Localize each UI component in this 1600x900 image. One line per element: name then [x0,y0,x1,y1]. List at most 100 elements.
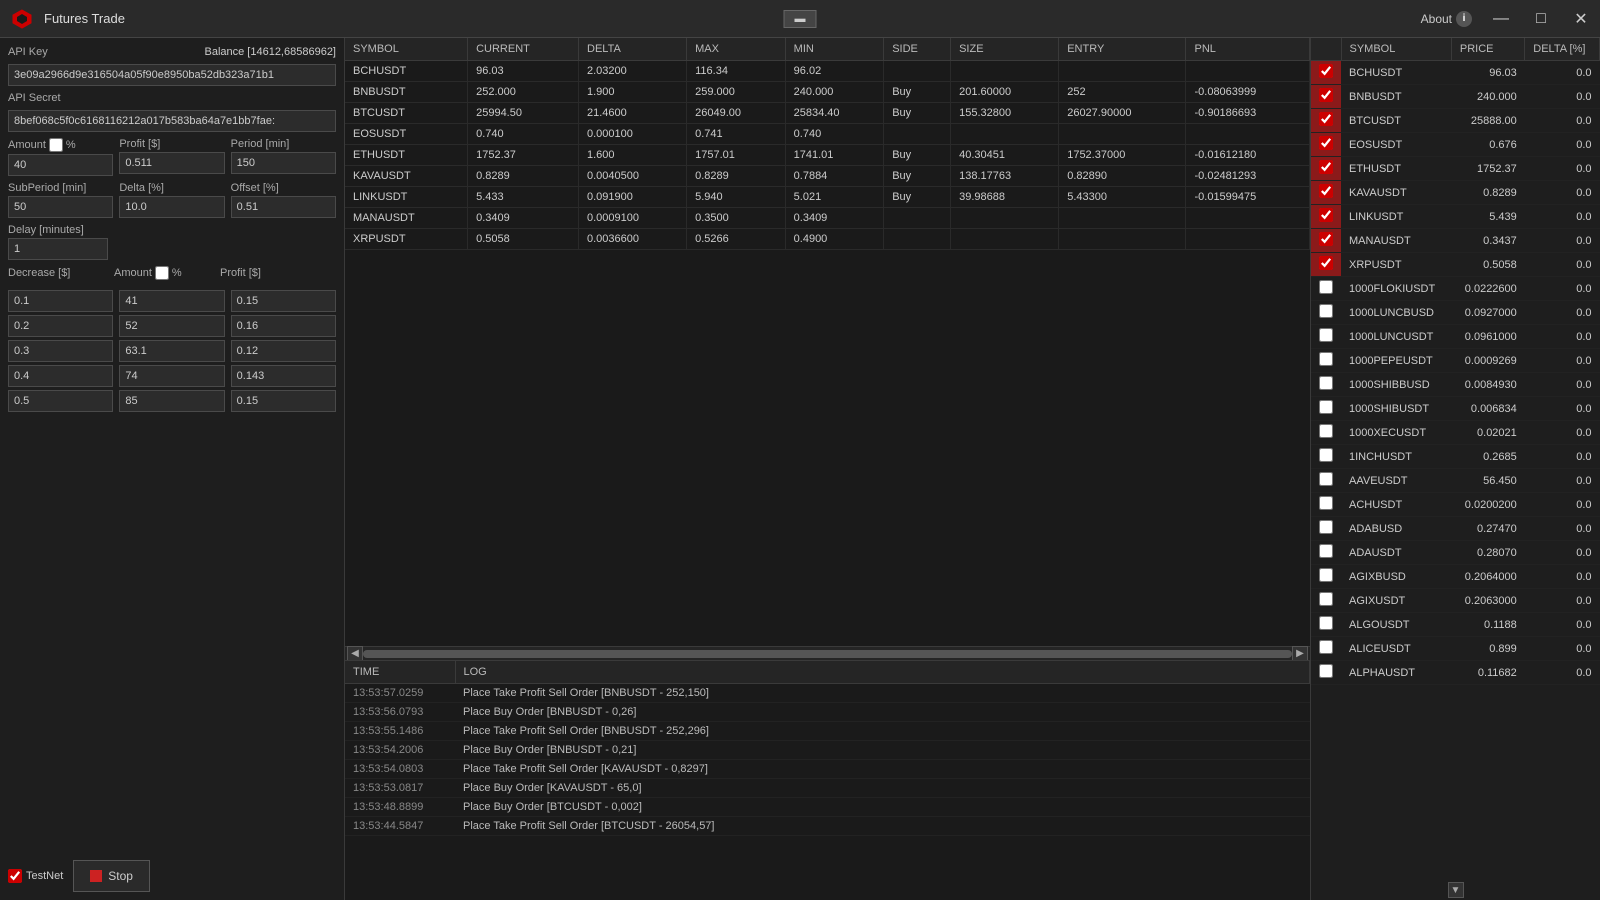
right-delta: 0.0 [1525,397,1600,421]
log-row: 13:53:56.0793 Place Buy Order [BNBUSDT -… [345,703,1310,722]
right-price: 0.006834 [1451,397,1524,421]
amount-row-input[interactable] [119,340,224,362]
log-time: 13:53:53.0817 [345,779,455,798]
profit-row-input[interactable] [231,365,336,387]
titlebar: Futures Trade ▬ About i — □ ✕ [0,0,1600,38]
trade-cell-pnl: -0.02481293 [1186,166,1310,187]
restore-button[interactable]: □ [1522,0,1560,38]
trade-cell-current: 0.3409 [468,208,579,229]
right-row: ALGOUSDT 0.1188 0.0 [1311,613,1600,637]
right-row-checkbox[interactable] [1319,160,1333,174]
right-row: ALPHAUSDT 0.11682 0.0 [1311,661,1600,685]
amount-cell [119,315,224,337]
right-row-checkbox[interactable] [1319,376,1333,390]
decrease-input[interactable] [8,390,113,412]
decrease-input[interactable] [8,315,113,337]
decrease-input[interactable] [8,290,113,312]
trade-cell-min: 25834.40 [785,103,884,124]
amount-col-checkbox[interactable] [155,266,169,280]
period-input[interactable] [231,152,336,174]
testnet-checkbox[interactable] [8,869,22,883]
right-row-checkbox[interactable] [1319,328,1333,342]
right-row-checkbox[interactable] [1319,64,1333,78]
right-row-checkbox[interactable] [1319,208,1333,222]
amount-row-input[interactable] [119,390,224,412]
right-row-checkbox[interactable] [1319,88,1333,102]
right-row-checkbox[interactable] [1319,352,1333,366]
subperiod-input[interactable] [8,196,113,218]
offset-input[interactable] [231,196,336,218]
stop-label: Stop [108,869,133,883]
decrease-cell [8,340,113,362]
profit-row-input[interactable] [231,290,336,312]
log-scroll[interactable]: TIME LOG 13:53:57.0259 Place Take Profit… [345,661,1310,900]
amount-input[interactable] [8,154,113,176]
right-row-checkbox[interactable] [1319,496,1333,510]
trade-cell-size [951,124,1059,145]
trade-cell-side [884,124,951,145]
right-row-checkbox[interactable] [1319,592,1333,606]
right-row-checkbox[interactable] [1319,112,1333,126]
center-button[interactable]: ▬ [784,10,817,28]
right-row-checkbox[interactable] [1319,520,1333,534]
right-row-checkbox[interactable] [1319,664,1333,678]
decrease-input[interactable] [8,340,113,362]
profit-row-input[interactable] [231,340,336,362]
stop-button[interactable]: Stop [73,860,150,892]
trade-cell-entry: 5.43300 [1059,187,1186,208]
right-row: XRPUSDT 0.5058 0.0 [1311,253,1600,277]
right-row-checkbox[interactable] [1319,184,1333,198]
right-row-checkbox[interactable] [1319,232,1333,246]
right-price-header: PRICE [1451,38,1524,61]
decrease-input[interactable] [8,365,113,387]
trade-cell-pnl: -0.90186693 [1186,103,1310,124]
log-time: 13:53:55.1486 [345,722,455,741]
right-panel: SYMBOL PRICE DELTA [%] BCHUSDT 96.03 0.0… [1310,38,1600,900]
right-row-checkbox[interactable] [1319,448,1333,462]
right-scroll[interactable]: SYMBOL PRICE DELTA [%] BCHUSDT 96.03 0.0… [1311,38,1600,880]
amount-row-input[interactable] [119,365,224,387]
right-symbol: BNBUSDT [1341,85,1451,109]
right-row-checkbox[interactable] [1319,256,1333,270]
amount-checkbox[interactable] [49,138,63,152]
profit-cell [231,315,336,337]
amount-row-input[interactable] [119,290,224,312]
right-row-checkbox[interactable] [1319,400,1333,414]
trade-cell-current: 0.740 [468,124,579,145]
right-row-checkbox[interactable] [1319,304,1333,318]
decrease-rows [8,290,336,412]
right-row-checkbox[interactable] [1319,472,1333,486]
trade-row: EOSUSDT0.7400.0001000.7410.740 [345,124,1310,145]
right-row-checkbox[interactable] [1319,424,1333,438]
right-row-checkbox[interactable] [1319,616,1333,630]
right-row-checkbox[interactable] [1319,544,1333,558]
right-price: 0.0222600 [1451,277,1524,301]
api-key-input[interactable] [8,64,336,86]
profit-row-input[interactable] [231,315,336,337]
decrease-col-header: Decrease [$] [8,266,108,280]
log-message: Place Take Profit Sell Order [KAVAUSDT -… [455,760,1310,779]
right-checkbox-cell [1311,85,1341,109]
profit-row-input[interactable] [231,390,336,412]
right-row: 1000PEPEUSDT 0.0009269 0.0 [1311,349,1600,373]
profit-input[interactable] [119,152,224,174]
trade-row: MANAUSDT0.34090.00091000.35000.3409 [345,208,1310,229]
amount-row-input[interactable] [119,315,224,337]
delta-input[interactable] [119,196,224,218]
delay-input[interactable] [8,238,108,260]
api-secret-input[interactable] [8,110,336,132]
right-row-checkbox[interactable] [1319,568,1333,582]
right-row-checkbox[interactable] [1319,640,1333,654]
log-row: 13:53:54.2006 Place Buy Order [BNBUSDT -… [345,741,1310,760]
right-symbol: KAVAUSDT [1341,181,1451,205]
h-scrollbar[interactable] [363,650,1292,658]
close-button[interactable]: ✕ [1562,0,1600,38]
right-row-checkbox[interactable] [1319,136,1333,150]
about-button[interactable]: About i [1413,11,1480,27]
trade-cell-min: 96.02 [785,61,884,82]
right-row-checkbox[interactable] [1319,280,1333,294]
right-scroll-down-arrow[interactable]: ▼ [1448,882,1464,898]
minimize-button[interactable]: — [1482,0,1520,38]
log-time: 13:53:48.8899 [345,798,455,817]
trade-table-area[interactable]: SYMBOLCURRENTDELTAMAXMINSIDESIZEENTRYPNL… [345,38,1310,646]
